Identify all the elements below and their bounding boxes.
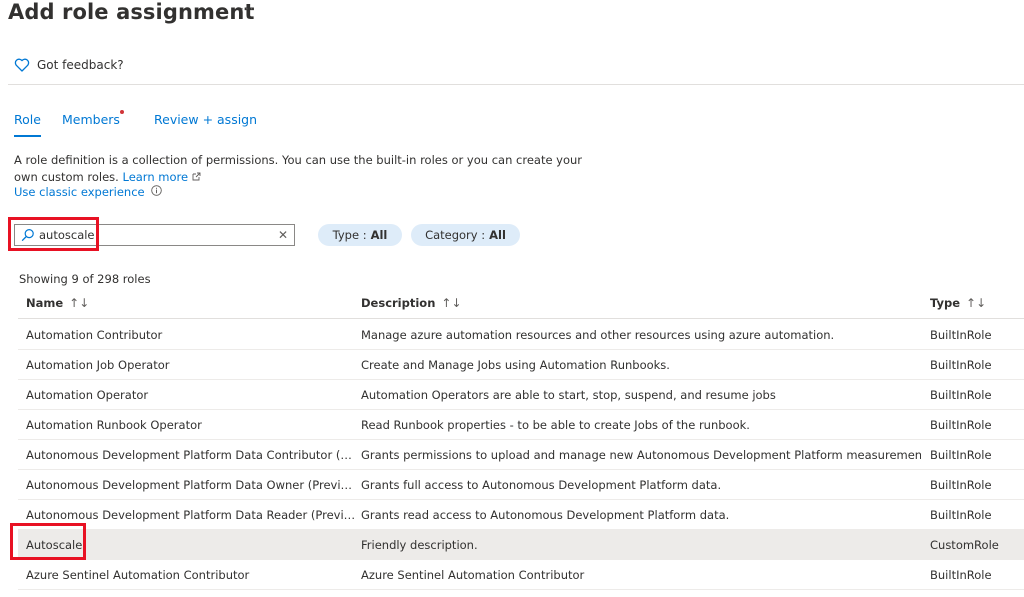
role-description-cell: Grants full access to Autonomous Develop… [361, 478, 722, 492]
role-description-cell: Automation Operators are able to start, … [361, 388, 776, 402]
close-icon[interactable]: ✕ [278, 228, 288, 242]
role-name: Autonomous Development Platform Data Rea… [26, 508, 356, 522]
page-title: Add role assignment [8, 0, 255, 24]
table-row[interactable]: Autonomous Development Platform Data Rea… [18, 500, 1024, 530]
role-name: Automation Contributor [26, 328, 163, 342]
learn-more-link[interactable]: Learn more [122, 170, 201, 184]
header-divider [8, 84, 1024, 85]
role-name: Autonomous Development Platform Data Own… [26, 478, 356, 492]
role-type: BuiltInRole [930, 358, 992, 372]
role-name: Autonomous Development Platform Data Con… [26, 448, 356, 462]
category-filter[interactable]: Category : All [411, 224, 520, 246]
role-description-cell: Azure Sentinel Automation Contributor [361, 568, 585, 582]
role-description-cell: Read Runbook properties - to be able to … [361, 418, 750, 432]
results-count: Showing 9 of 298 roles [19, 272, 151, 286]
column-header-name[interactable]: Name ↑↓ [26, 296, 89, 310]
external-link-icon [192, 170, 201, 184]
sort-icon: ↑↓ [966, 296, 987, 310]
sort-icon: ↑↓ [69, 296, 90, 310]
search-highlight-box [8, 217, 99, 251]
table-row[interactable]: Azure Sentinel Automation Contributor Az… [18, 560, 1024, 590]
classic-experience-link[interactable]: Use classic experience [14, 185, 145, 199]
column-header-type[interactable]: Type ↑↓ [930, 296, 986, 310]
role-type: BuiltInRole [930, 418, 992, 432]
table-header: Name ↑↓ Description ↑↓ Type ↑↓ [18, 290, 1024, 319]
role-type: BuiltInRole [930, 568, 992, 582]
role-description: A role definition is a collection of per… [14, 152, 584, 185]
role-description-text: A role definition is a collection of per… [14, 153, 583, 184]
role-type: BuiltInRole [930, 478, 992, 492]
feedback-link[interactable]: Got feedback? [14, 58, 124, 72]
tab-review-assign[interactable]: Review + assign [154, 112, 257, 127]
tab-members[interactable]: Members [62, 112, 120, 127]
type-filter[interactable]: Type : All [318, 224, 402, 246]
classic-experience: Use classic experience [14, 185, 162, 199]
info-icon[interactable] [150, 185, 162, 199]
table-row[interactable]: Autonomous Development Platform Data Con… [18, 440, 1024, 470]
sort-icon: ↑↓ [441, 296, 462, 310]
more-options-icon[interactable]: ··· [240, 2, 254, 16]
role-type: BuiltInRole [930, 448, 992, 462]
table-row[interactable]: Automation Runbook Operator Read Runbook… [18, 410, 1024, 440]
table-row-selected[interactable]: Autoscale Friendly description. CustomRo… [18, 530, 1024, 560]
role-name: Automation Runbook Operator [26, 418, 202, 432]
heart-icon [14, 58, 30, 72]
table-row[interactable]: Automation Contributor Manage azure auto… [18, 320, 1024, 350]
role-description-cell: Grants read access to Autonomous Develop… [361, 508, 730, 522]
role-name: Automation Job Operator [26, 358, 170, 372]
table-row[interactable]: Automation Job Operator Create and Manag… [18, 350, 1024, 380]
roles-table-body: Automation Contributor Manage azure auto… [18, 320, 1024, 590]
tab-role[interactable]: Role [14, 112, 41, 137]
autoscale-highlight-box [10, 523, 86, 560]
role-description-cell: Manage azure automation resources and ot… [361, 328, 835, 342]
feedback-label: Got feedback? [37, 58, 124, 72]
table-row[interactable]: Automation Operator Automation Operators… [18, 380, 1024, 410]
required-dot [120, 110, 124, 114]
role-description-cell: Grants permissions to upload and manage … [361, 448, 921, 462]
role-description-cell: Friendly description. [361, 538, 478, 552]
role-name: Automation Operator [26, 388, 149, 402]
role-description-cell: Create and Manage Jobs using Automation … [361, 358, 670, 372]
column-header-description[interactable]: Description ↑↓ [361, 296, 462, 310]
role-name: Azure Sentinel Automation Contributor [26, 568, 250, 582]
role-type: BuiltInRole [930, 508, 992, 522]
role-type: BuiltInRole [930, 388, 992, 402]
role-type: BuiltInRole [930, 328, 992, 342]
table-row[interactable]: Autonomous Development Platform Data Own… [18, 470, 1024, 500]
role-type: CustomRole [930, 538, 999, 552]
